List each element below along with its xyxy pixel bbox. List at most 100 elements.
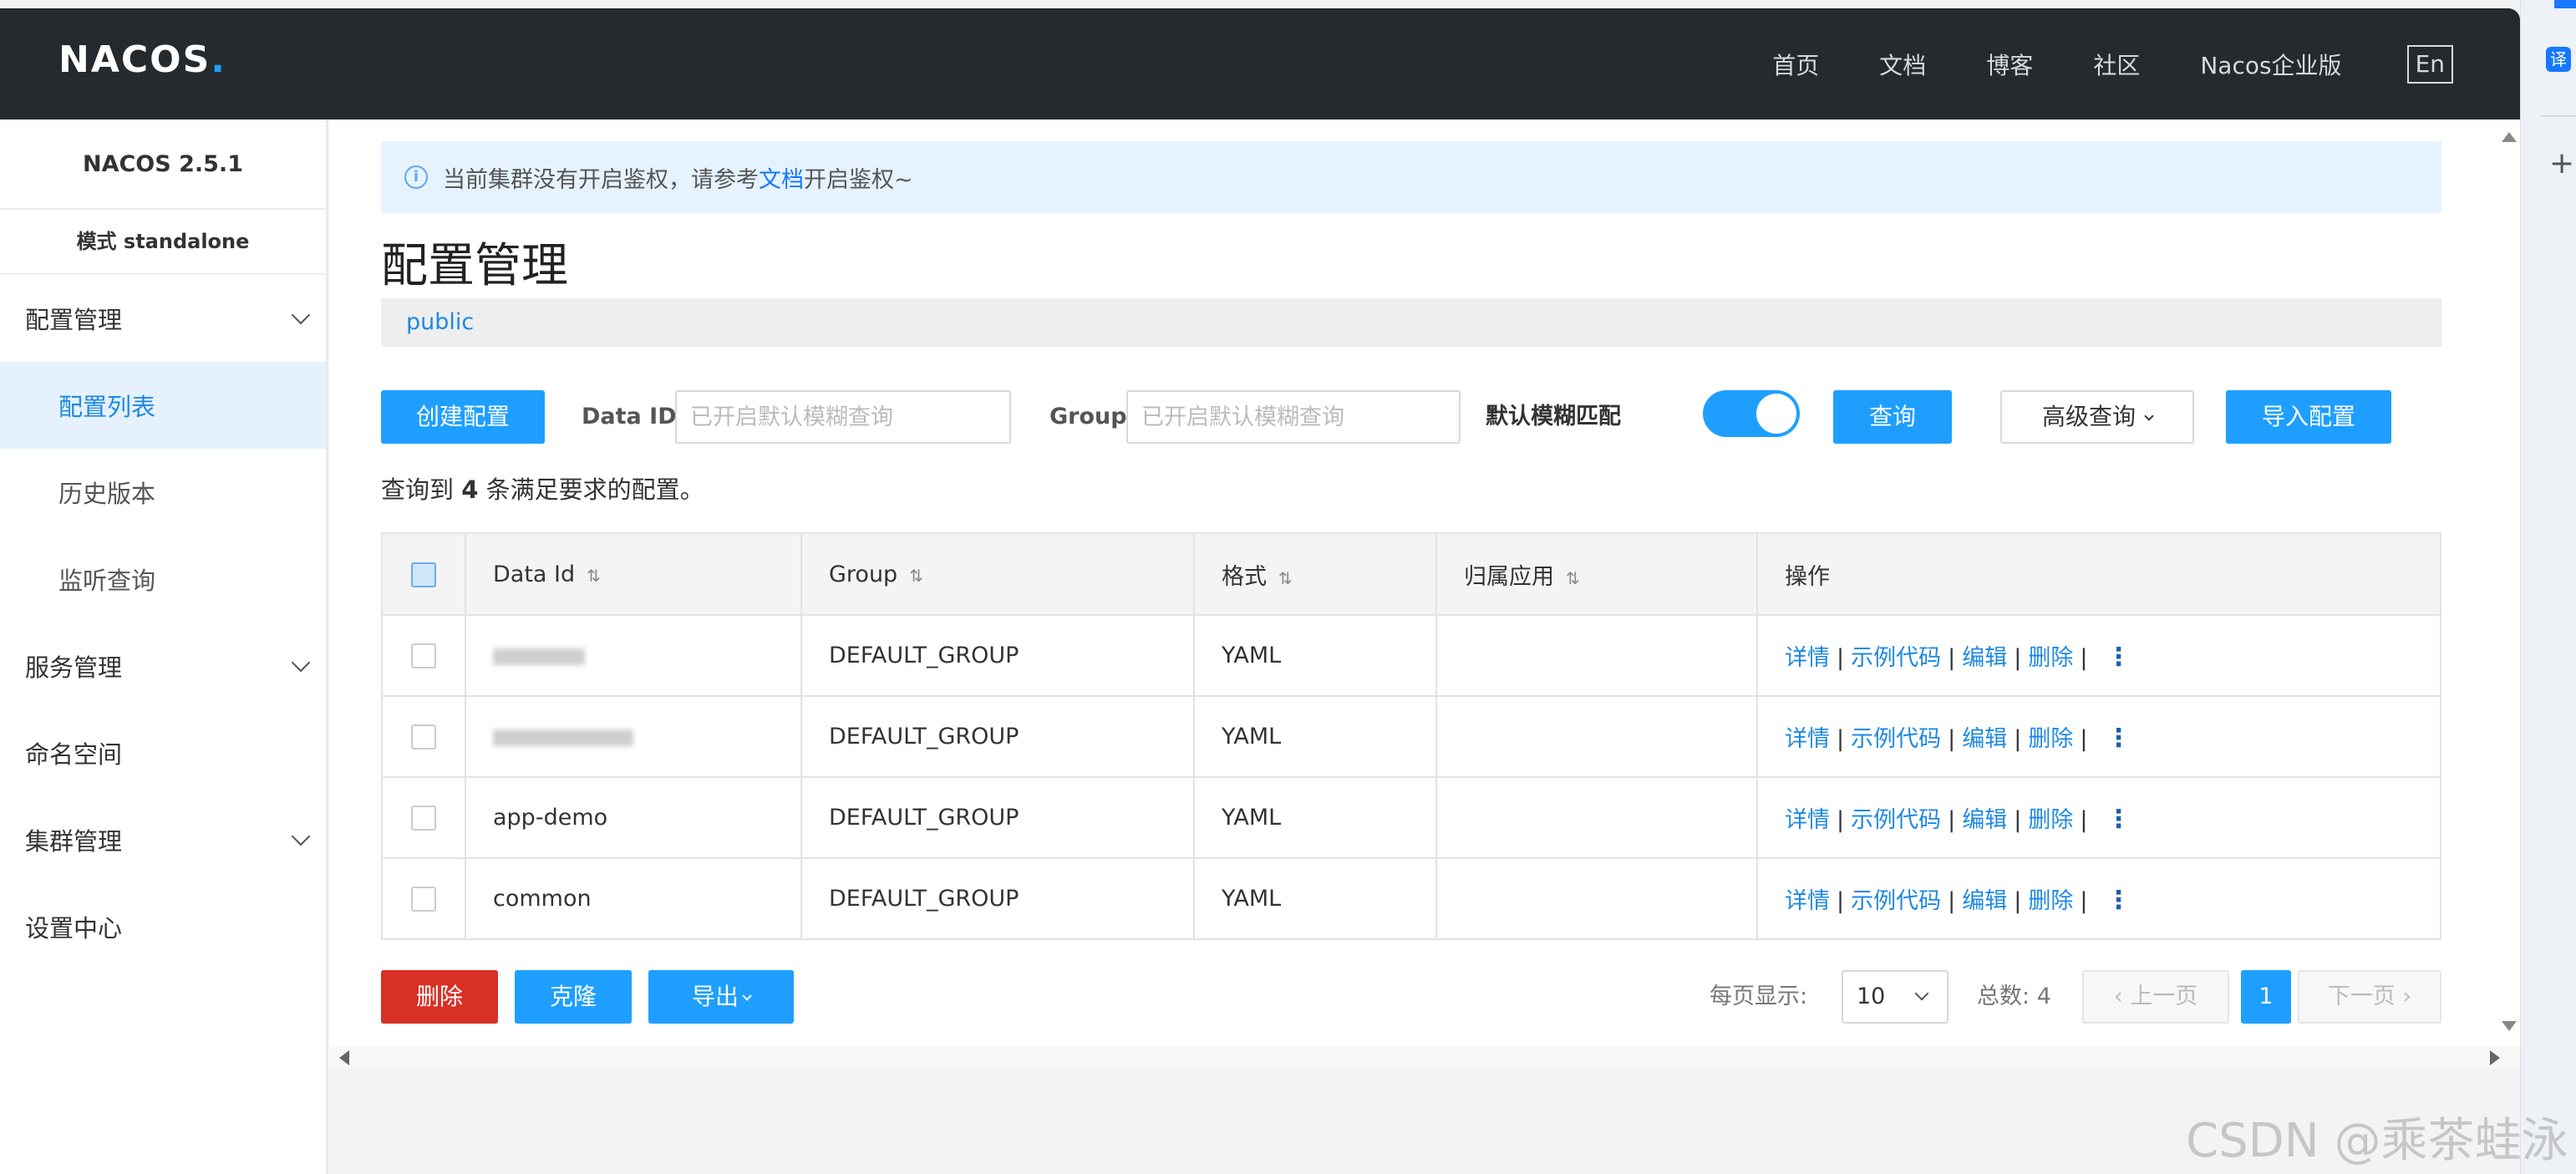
sort-icon[interactable]: ⇅ — [909, 566, 923, 586]
prev-page-button[interactable]: ‹ 上一页 — [2082, 970, 2229, 1024]
data-id-cell[interactable]: common — [465, 857, 802, 940]
data-id-cell[interactable] — [465, 695, 802, 778]
search-toolbar: 创建配置 Data ID Group 默认模糊匹配 查询 高级查询 导入配置 — [381, 390, 2441, 444]
nav-docs[interactable]: 文档 — [1879, 48, 1926, 81]
translate-icon[interactable]: 译 — [2546, 47, 2571, 72]
more-icon[interactable]: ⋮ — [2106, 643, 2131, 672]
language-toggle[interactable]: En — [2406, 45, 2453, 84]
delete-link[interactable]: 删除 — [2028, 888, 2073, 914]
page-size-select[interactable]: 10 — [1842, 970, 1949, 1024]
sidebar-item-namespace[interactable]: 命名空间 — [0, 709, 326, 796]
format-cell: YAML — [1193, 614, 1437, 697]
row-checkbox[interactable] — [411, 806, 436, 831]
clone-button[interactable]: 克隆 — [515, 970, 632, 1024]
app-cell — [1435, 614, 1758, 697]
sidebar-item-listener-query[interactable]: 监听查询 — [0, 536, 326, 623]
more-icon[interactable]: ⋮ — [2106, 724, 2131, 753]
nav-community[interactable]: 社区 — [2093, 48, 2140, 81]
sample-code-link[interactable]: 示例代码 — [1851, 888, 1941, 914]
more-icon[interactable]: ⋮ — [2106, 886, 2131, 915]
row-checkbox[interactable] — [411, 643, 436, 669]
total-label: 总数: 4 — [1977, 983, 2051, 1009]
col-data-id[interactable]: Data Id ⇅ — [465, 532, 802, 616]
col-app[interactable]: 归属应用 ⇅ — [1435, 532, 1758, 616]
app-cell — [1435, 857, 1758, 940]
sidebar-item-service-management[interactable]: 服务管理 — [0, 623, 326, 709]
nacos-logo[interactable]: NACOS. — [58, 38, 226, 81]
detail-link[interactable]: 详情 — [1785, 807, 1830, 833]
chevron-right-icon: › — [2402, 983, 2412, 1009]
config-table: Data Id ⇅ Group ⇅ 格式 ⇅ 归属应用 ⇅ 操作 DEFAULT_GRO… — [381, 532, 2441, 940]
actions-cell: 详情 | 示例代码 | 编辑 | 删除 | ⋮ — [1756, 614, 2441, 697]
import-config-button[interactable]: 导入配置 — [2226, 390, 2391, 444]
advanced-query-button[interactable]: 高级查询 — [2000, 390, 2194, 444]
sidebar-item-config-management[interactable]: 配置管理 — [0, 275, 326, 362]
next-page-button[interactable]: 下一页 › — [2298, 970, 2441, 1024]
version-label: NACOS 2.5.1 — [0, 119, 326, 210]
batch-delete-button[interactable]: 删除 — [381, 970, 498, 1024]
current-page[interactable]: 1 — [2241, 970, 2291, 1024]
detail-link[interactable]: 详情 — [1785, 726, 1830, 752]
docs-link[interactable]: 文档 — [759, 161, 804, 194]
sidebar-item-cluster-management[interactable]: 集群管理 — [0, 796, 326, 883]
top-header: NACOS. 首页 文档 博客 社区 Nacos企业版 En — [0, 8, 2520, 119]
sample-code-link[interactable]: 示例代码 — [1851, 807, 1941, 833]
toggle-knob — [1756, 394, 1796, 434]
sidebar-item-settings[interactable]: 设置中心 — [0, 883, 326, 970]
col-actions: 操作 — [1756, 532, 2441, 616]
edit-link[interactable]: 编辑 — [1962, 807, 2007, 833]
sidebar-item-config-list[interactable]: 配置列表 — [0, 362, 326, 449]
row-select-cell — [381, 614, 466, 697]
data-id-cell[interactable]: app-demo — [465, 776, 802, 859]
detail-link[interactable]: 详情 — [1785, 888, 1830, 914]
query-button[interactable]: 查询 — [1833, 390, 1952, 444]
delete-link[interactable]: 删除 — [2028, 726, 2073, 752]
actions-cell: 详情 | 示例代码 | 编辑 | 删除 | ⋮ — [1756, 695, 2441, 778]
fuzzy-match-label: 默认模糊匹配 — [1486, 404, 1621, 429]
edit-link[interactable]: 编辑 — [1962, 888, 2007, 914]
export-button[interactable]: 导出 — [648, 970, 794, 1024]
sidebar-item-history[interactable]: 历史版本 — [0, 449, 326, 536]
scroll-up-icon[interactable] — [2502, 132, 2517, 142]
edit-link[interactable]: 编辑 — [1962, 645, 2007, 671]
scroll-right-icon[interactable] — [2490, 1050, 2500, 1065]
row-checkbox[interactable] — [411, 887, 436, 912]
row-checkbox[interactable] — [411, 724, 436, 750]
actions-cell: 详情 | 示例代码 | 编辑 | 删除 | ⋮ — [1756, 776, 2441, 859]
delete-link[interactable]: 删除 — [2028, 645, 2073, 671]
table-row: DEFAULT_GROUP YAML 详情 | 示例代码 | 编辑 | 删除 | ⋮ — [381, 614, 2441, 697]
table-row: app-demo DEFAULT_GROUP YAML 详情 | 示例代码 | 编辑 | 删… — [381, 776, 2441, 859]
select-all-checkbox[interactable] — [411, 562, 436, 587]
select-all-cell — [381, 532, 466, 616]
data-id-cell[interactable] — [465, 614, 802, 697]
main-content: i 当前集群没有开启鉴权，请参考 文档 开启鉴权~ 配置管理 public 创建配置… — [329, 119, 2520, 1047]
sort-icon[interactable]: ⇅ — [1278, 568, 1293, 588]
nav-enterprise[interactable]: Nacos企业版 — [2200, 48, 2341, 81]
col-group[interactable]: Group ⇅ — [800, 532, 1195, 616]
scroll-down-icon[interactable] — [2502, 1021, 2517, 1031]
create-config-button[interactable]: 创建配置 — [381, 390, 545, 444]
edit-link[interactable]: 编辑 — [1962, 726, 2007, 752]
data-id-input[interactable] — [675, 390, 1011, 444]
detail-link[interactable]: 详情 — [1785, 645, 1830, 671]
panel-divider — [2541, 115, 2576, 117]
sort-icon[interactable]: ⇅ — [587, 566, 601, 586]
group-input[interactable] — [1126, 390, 1461, 444]
col-format[interactable]: 格式 ⇅ — [1193, 532, 1437, 616]
plus-icon[interactable]: + — [2549, 149, 2574, 179]
group-label: Group — [1049, 404, 1127, 429]
more-icon[interactable]: ⋮ — [2106, 805, 2131, 834]
data-id-label: Data ID — [582, 404, 677, 429]
fuzzy-match-toggle[interactable] — [1703, 390, 1800, 437]
delete-link[interactable]: 删除 — [2028, 807, 2073, 833]
sample-code-link[interactable]: 示例代码 — [1851, 645, 1941, 671]
scroll-left-icon[interactable] — [339, 1050, 349, 1065]
horizontal-scrollbar[interactable] — [329, 1047, 2520, 1069]
nav-blog[interactable]: 博客 — [1986, 48, 2033, 81]
sample-code-link[interactable]: 示例代码 — [1851, 726, 1941, 752]
nav-home[interactable]: 首页 — [1772, 48, 1819, 81]
namespace-public[interactable]: public — [406, 309, 474, 335]
namespace-bar: public — [381, 298, 2441, 347]
sort-icon[interactable]: ⇅ — [1566, 568, 1580, 588]
redacted-text — [493, 729, 633, 746]
